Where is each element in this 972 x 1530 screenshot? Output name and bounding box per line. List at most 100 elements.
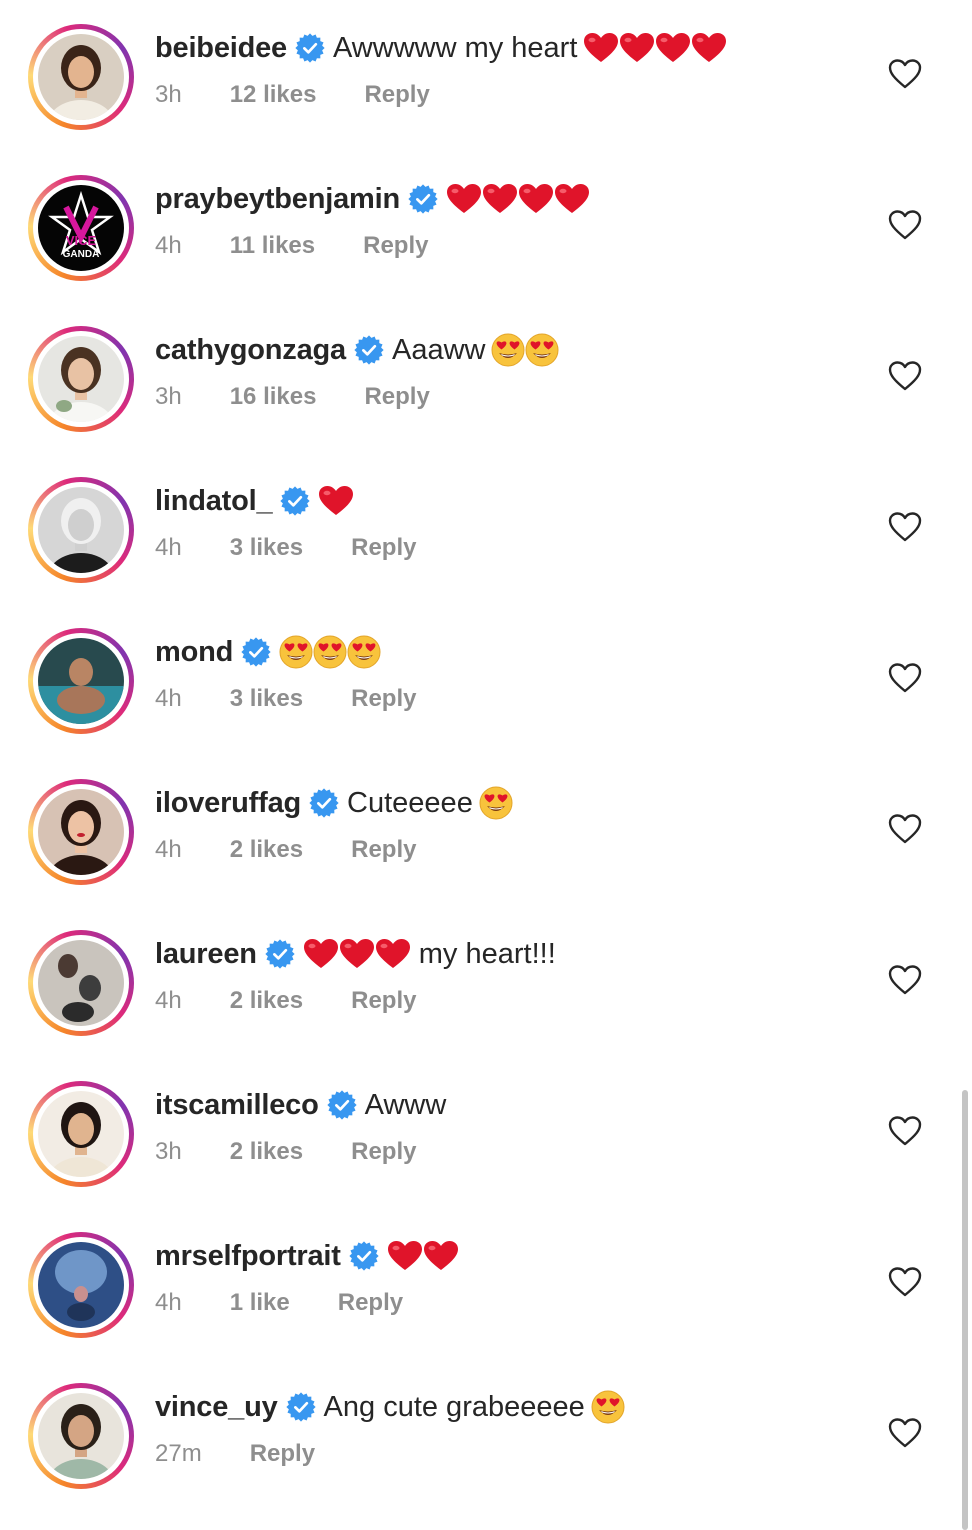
reply-button[interactable]: Reply: [364, 81, 429, 109]
heart-outline-icon[interactable]: [888, 1115, 922, 1147]
comment-text: [318, 485, 354, 517]
heart-outline-icon[interactable]: [888, 58, 922, 90]
heart-eyes-emoji-icon: [313, 635, 347, 669]
comment-meta: 4h 3 likes Reply: [155, 682, 416, 716]
emoji-run: [387, 1240, 459, 1272]
comment-meta: 4h 1 like Reply: [155, 1286, 403, 1320]
username-link[interactable]: mond: [155, 636, 233, 669]
story-ring[interactable]: [28, 326, 134, 432]
heart-emoji-icon: [339, 939, 374, 968]
username-link[interactable]: itscamilleco: [155, 1089, 319, 1122]
heart-outline-icon[interactable]: [888, 360, 922, 392]
verified-badge-icon: [285, 1392, 316, 1422]
heart-outline-icon[interactable]: [888, 511, 922, 543]
comment-timestamp: 4h: [155, 232, 182, 259]
comment-text: Ang cute grabeeeee: [324, 1390, 625, 1424]
username-link[interactable]: praybeytbenjamin: [155, 183, 400, 216]
reply-button[interactable]: Reply: [351, 685, 416, 713]
reply-button[interactable]: Reply: [351, 1138, 416, 1166]
comment-timestamp: 4h: [155, 836, 182, 863]
username-link[interactable]: mrselfportrait: [155, 1240, 341, 1273]
comment-row: vince_uy Ang cute grabeeeee 27m Reply: [0, 1359, 972, 1510]
avatar[interactable]: [38, 1091, 124, 1177]
avatar[interactable]: [38, 487, 124, 573]
reply-button[interactable]: Reply: [364, 383, 429, 411]
reply-button[interactable]: Reply: [351, 836, 416, 864]
story-ring[interactable]: VICE GANDA: [28, 175, 134, 281]
likes-count-link[interactable]: 2 likes: [230, 1138, 303, 1166]
comment-meta: 27m Reply: [155, 1437, 315, 1471]
reply-button[interactable]: Reply: [351, 534, 416, 562]
story-ring[interactable]: [28, 24, 134, 130]
likes-count-link[interactable]: 1 like: [230, 1289, 290, 1317]
story-ring[interactable]: [28, 477, 134, 583]
username-link[interactable]: iloveruffag: [155, 787, 301, 820]
reply-button[interactable]: Reply: [338, 1289, 403, 1317]
verified-badge-icon: [265, 939, 295, 969]
comment-meta: 3h 16 likes Reply: [155, 380, 430, 414]
heart-emoji-icon: [447, 184, 481, 213]
username-link[interactable]: vince_uy: [155, 1391, 278, 1424]
avatar[interactable]: [38, 336, 124, 422]
avatar-frame: [33, 1237, 129, 1333]
heart-outline-icon[interactable]: [888, 209, 922, 241]
comment-row: VICE GANDA praybeytbenjamin 4h 11 likes Reply: [0, 151, 972, 302]
avatar[interactable]: [38, 1393, 124, 1479]
username-link[interactable]: cathygonzaga: [155, 334, 346, 367]
likes-count-link[interactable]: 2 likes: [230, 836, 303, 864]
story-ring[interactable]: [28, 1232, 134, 1338]
verified-badge-icon: [280, 486, 311, 516]
heart-outline-icon[interactable]: [888, 1417, 922, 1449]
story-ring[interactable]: [28, 930, 134, 1036]
avatar[interactable]: [38, 1242, 124, 1328]
story-ring[interactable]: [28, 628, 134, 734]
story-ring[interactable]: [28, 779, 134, 885]
username-link[interactable]: laureen: [155, 938, 257, 971]
heart-eyes-emoji-icon: [525, 333, 559, 367]
verified-badge-icon: [354, 335, 384, 365]
heart-emoji-icon: [319, 486, 354, 515]
reply-button[interactable]: Reply: [250, 1440, 315, 1468]
avatar[interactable]: [38, 940, 124, 1026]
comment-meta: 3h 2 likes Reply: [155, 1135, 416, 1169]
avatar-frame: [33, 1086, 129, 1182]
comment-line: vince_uy Ang cute grabeeeee: [155, 1387, 625, 1427]
avatar[interactable]: [38, 34, 124, 120]
comment-text-before: Awww: [364, 1088, 447, 1121]
heart-emoji-icon: [555, 184, 589, 213]
verified-badge-icon: [295, 33, 325, 63]
heart-eyes-emoji-icon: [347, 635, 381, 669]
comment-timestamp: 3h: [155, 1138, 182, 1165]
likes-count-link[interactable]: 3 likes: [230, 685, 303, 713]
username-link[interactable]: lindatol_: [155, 485, 273, 518]
username-link[interactable]: beibeidee: [155, 32, 287, 65]
heart-emoji-icon: [303, 939, 338, 968]
scrollbar[interactable]: [962, 1090, 968, 1530]
emoji-run: [318, 485, 354, 517]
avatar[interactable]: VICE GANDA: [38, 185, 124, 271]
heart-emoji-icon: [519, 184, 553, 213]
reply-button[interactable]: Reply: [351, 987, 416, 1015]
comment-row: mrselfportrait 4h 1 like Reply: [0, 1208, 972, 1359]
verified-badge-icon: [241, 637, 271, 667]
comment-timestamp: 3h: [155, 81, 182, 108]
reply-button[interactable]: Reply: [363, 232, 428, 260]
story-ring[interactable]: [28, 1081, 134, 1187]
story-ring[interactable]: [28, 1383, 134, 1489]
likes-count-link[interactable]: 12 likes: [230, 81, 317, 109]
heart-outline-icon[interactable]: [888, 662, 922, 694]
likes-count-link[interactable]: 16 likes: [230, 383, 317, 411]
heart-outline-icon[interactable]: [888, 964, 922, 996]
emoji-run: [446, 183, 590, 215]
emoji-run: [479, 786, 513, 820]
likes-count-link[interactable]: 11 likes: [230, 232, 315, 260]
likes-count-link[interactable]: 3 likes: [230, 534, 303, 562]
avatar[interactable]: [38, 789, 124, 875]
avatar[interactable]: [38, 638, 124, 724]
avatar-frame: [33, 331, 129, 427]
likes-count-link[interactable]: 2 likes: [230, 987, 303, 1015]
heart-outline-icon[interactable]: [888, 813, 922, 845]
heart-outline-icon[interactable]: [888, 1266, 922, 1298]
heart-emoji-icon: [584, 33, 619, 62]
comment-row: iloveruffag Cuteeeee 4h 2 likes Reply: [0, 755, 972, 906]
